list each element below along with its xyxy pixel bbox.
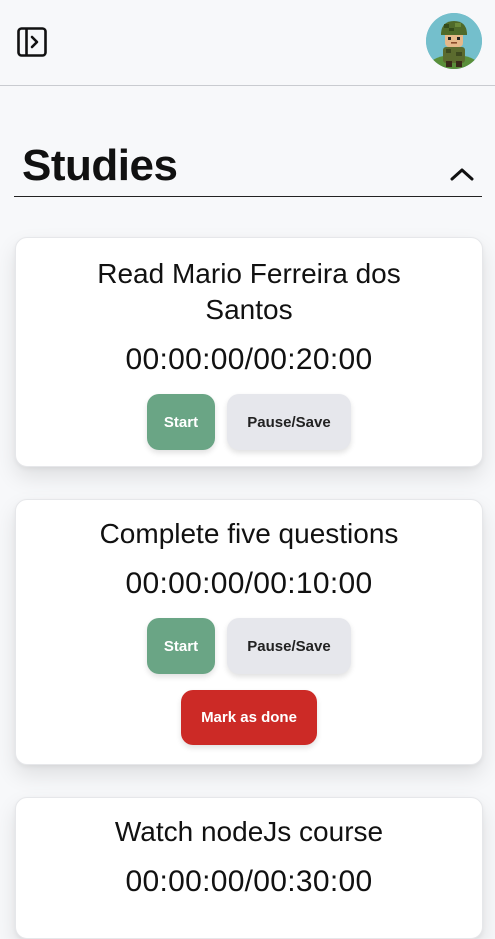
task-timer: 00:00:00/00:30:00 (125, 865, 373, 898)
task-timer: 00:00:00/00:10:00 (125, 567, 373, 600)
task-title: Complete five questions (99, 518, 399, 549)
task-timer: 00:00:00/00:20:00 (125, 343, 373, 376)
section-title: Studies (22, 141, 178, 190)
chevron-up-icon (450, 168, 474, 181)
collapse-section-button[interactable] (448, 162, 476, 186)
pause-save-button[interactable]: Pause/Save (227, 394, 351, 450)
top-bar (0, 0, 495, 86)
sidebar-toggle-icon (17, 27, 47, 57)
task-card: Read Mario Ferreira dos Santos 00:00:00/… (15, 237, 483, 467)
task-card: Watch nodeJs course 00:00:00/00:30:00 (15, 797, 483, 939)
task-card: Complete five questions 00:00:00/00:10:0… (15, 499, 483, 765)
soldier-avatar-icon (426, 13, 482, 69)
section-header: Studies (14, 140, 482, 197)
task-title: Watch nodeJs course (114, 816, 384, 847)
pause-save-button[interactable]: Pause/Save (227, 618, 351, 674)
sidebar-toggle-button[interactable] (16, 26, 48, 58)
task-title: Read Mario Ferreira dos Santos (97, 258, 401, 325)
avatar[interactable] (426, 13, 482, 69)
start-button[interactable]: Start (147, 394, 215, 450)
start-button[interactable]: Start (147, 618, 215, 674)
mark-as-done-button[interactable]: Mark as done (181, 690, 317, 745)
